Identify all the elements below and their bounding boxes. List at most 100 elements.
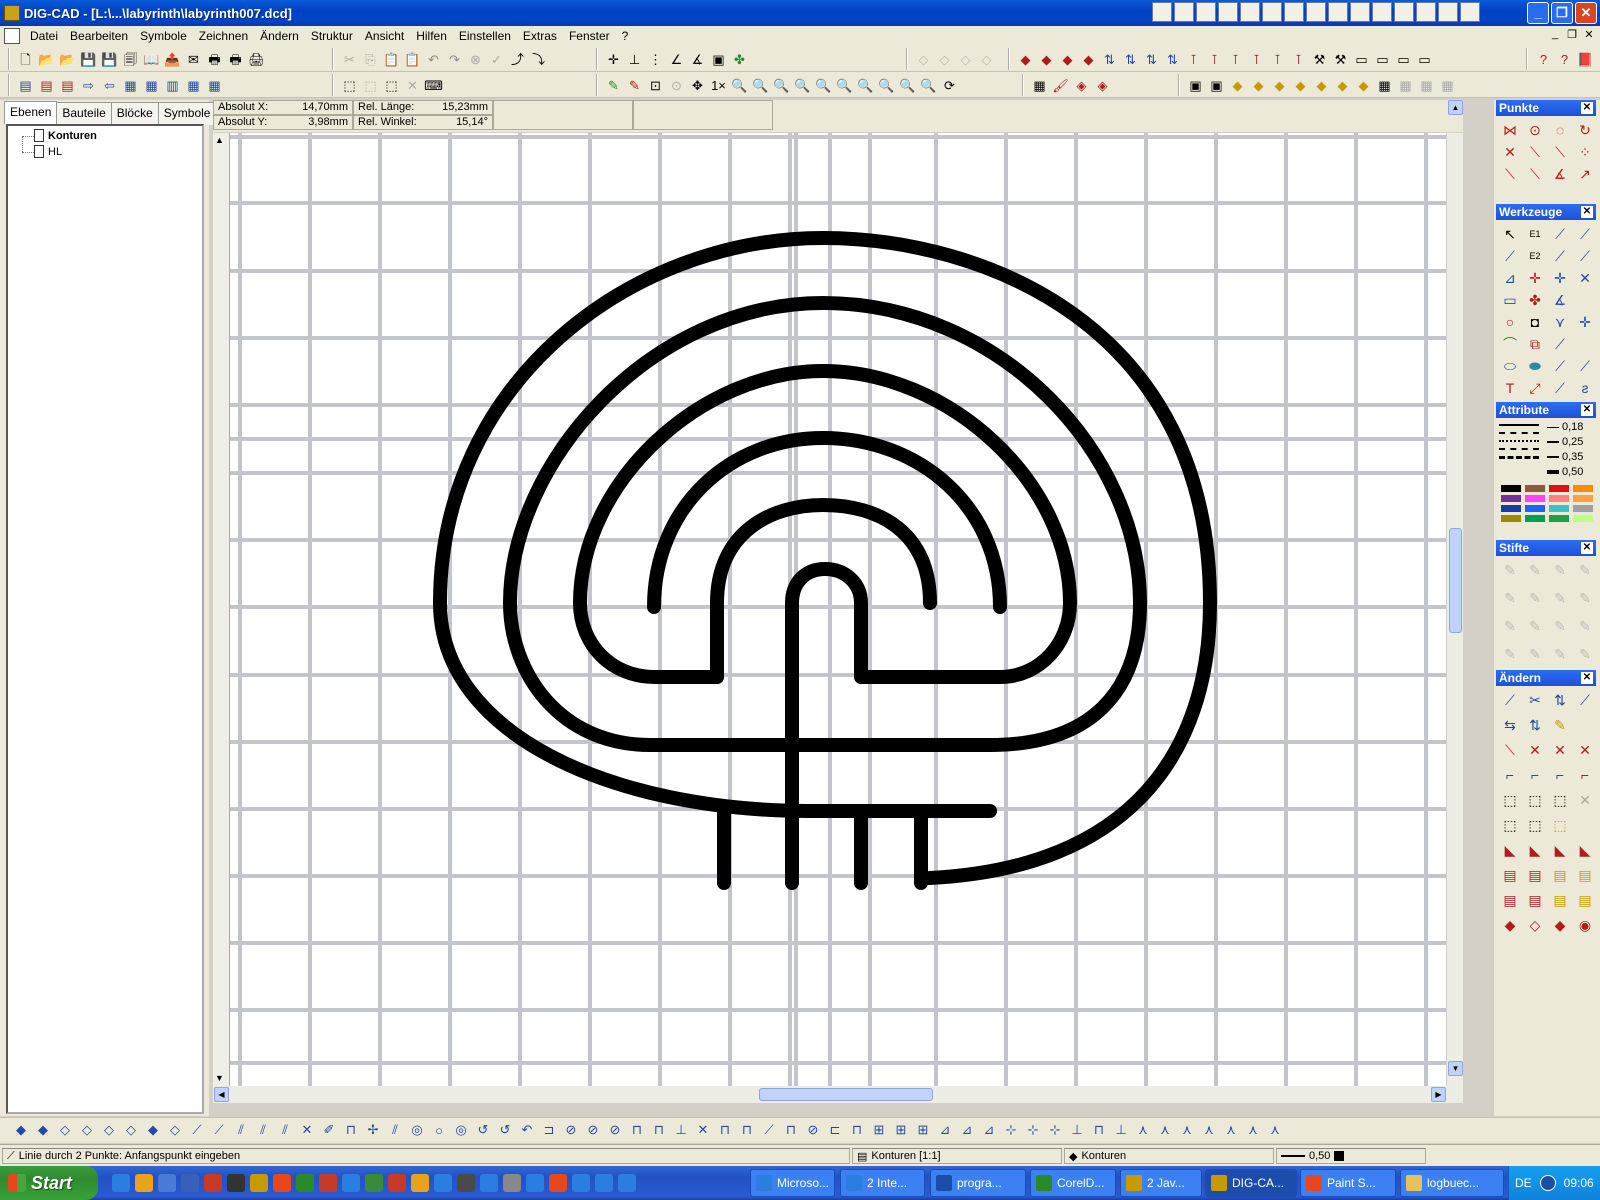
line-tool-icon[interactable]: ✕ [1575, 268, 1595, 288]
select-icon[interactable]: ⬚ [382, 76, 401, 95]
modify-tool-icon[interactable]: ▤ [1550, 865, 1570, 885]
zoom-icon[interactable]: 🔍 [772, 76, 791, 95]
quick-launch-icon[interactable] [112, 1174, 130, 1192]
color-swatch[interactable] [1573, 485, 1593, 492]
open-recent-icon[interactable]: 📂 [58, 50, 77, 69]
menu-symbole[interactable]: Symbole [134, 29, 193, 43]
drawing-tool-icon[interactable]: ⊞ [870, 1121, 888, 1139]
line-tool-icon[interactable]: ⟋ [1550, 334, 1570, 354]
pen-slot-icon[interactable]: ✎ [1575, 616, 1595, 636]
layers-icon[interactable]: ▣ [709, 50, 728, 69]
print-preview-icon[interactable]: 🖶 [226, 50, 245, 69]
line-tool-icon[interactable]: ⟋ [1550, 246, 1570, 266]
quick-launch-icon[interactable] [480, 1174, 498, 1192]
modify-tool-icon[interactable]: ⬚ [1550, 815, 1570, 835]
line-tool-icon[interactable]: ⋎ [1550, 312, 1570, 332]
jump-icon[interactable]: ⤴ [508, 50, 527, 69]
drawing-tool-icon[interactable]: ⫽ [254, 1121, 272, 1139]
rectangle-icon[interactable]: ▭ [1500, 290, 1520, 310]
document-icon[interactable] [4, 28, 20, 44]
zoom-icon[interactable]: 🔍 [898, 76, 917, 95]
drawing-tool-icon[interactable]: ↺ [474, 1121, 492, 1139]
tray-app-icon[interactable] [1240, 2, 1260, 22]
jump-back-icon[interactable]: ⤵ [529, 50, 548, 69]
close-icon[interactable]: ✕ [1581, 672, 1593, 684]
window-icon[interactable]: ▭ [1373, 50, 1392, 69]
drawing-tool-icon[interactable]: ◆ [144, 1121, 162, 1139]
taskbar-button[interactable]: CorelD... [1030, 1169, 1116, 1197]
scroll-left-arrow-icon[interactable]: ◀ [214, 1087, 229, 1102]
measure-icon[interactable]: ⊺ [1289, 50, 1308, 69]
line-style-dashed[interactable] [1499, 432, 1539, 434]
tab-ebenen[interactable]: Ebenen [4, 101, 58, 124]
modify-tool-icon[interactable]: ⟍ [1500, 740, 1520, 760]
pen-slot-icon[interactable]: ✎ [1550, 560, 1570, 580]
drawing-tool-icon[interactable]: ⊓ [782, 1121, 800, 1139]
block-icon[interactable]: ◆ [1354, 76, 1373, 95]
color-swatch[interactable] [1501, 495, 1521, 502]
drawing-tool-icon[interactable]: ⫽ [232, 1121, 250, 1139]
layer-tool-icon[interactable]: ▤ [37, 76, 56, 95]
pen-slot-icon[interactable]: ✎ [1500, 560, 1520, 580]
zoom-icon[interactable]: 🔍 [835, 76, 854, 95]
modify-tool-icon[interactable]: ⟋ [1500, 690, 1520, 710]
pen-slot-icon[interactable]: ✎ [1525, 616, 1545, 636]
quick-launch-icon[interactable] [457, 1174, 475, 1192]
new-file-icon[interactable]: 🗋 [16, 50, 35, 69]
tray-app-icon[interactable] [1284, 2, 1304, 22]
drawing-tool-icon[interactable]: ⊘ [606, 1121, 624, 1139]
line-width-option[interactable]: 0,18 [1547, 421, 1583, 433]
tray-app-icon[interactable] [1372, 2, 1392, 22]
disabled-tool-icon[interactable]: ◇ [935, 50, 954, 69]
block-icon[interactable]: ◆ [1270, 76, 1289, 95]
horizontal-scroll-thumb[interactable] [759, 1088, 933, 1101]
mdi-minimize-button[interactable]: _ [1548, 28, 1562, 41]
drawing-tool-icon[interactable]: ◎ [452, 1121, 470, 1139]
window-icon[interactable]: ▭ [1394, 50, 1413, 69]
point-tool-icon[interactable]: ⊙ [1525, 120, 1545, 140]
modify-tool-icon[interactable]: ⬚ [1525, 815, 1545, 835]
redraw-icon[interactable]: ⟳ [940, 76, 959, 95]
scroll-up-arrow-icon[interactable]: ▲ [215, 135, 224, 145]
drawing-tool-icon[interactable]: ⟋ [210, 1121, 228, 1139]
book-icon[interactable]: 📖 [142, 50, 161, 69]
modify-tool-icon[interactable]: ✕ [1525, 740, 1545, 760]
tab-symbole[interactable]: Symbole [157, 102, 217, 125]
tray-app-icon[interactable] [1218, 2, 1238, 22]
drawing-canvas[interactable] [230, 133, 1446, 1086]
color-swatch[interactable] [1573, 495, 1593, 502]
line-tool-icon[interactable]: ✛ [1550, 268, 1570, 288]
close-icon[interactable]: ✕ [1581, 542, 1593, 554]
drawing-tool-icon[interactable]: ⋏ [1200, 1121, 1218, 1139]
grid-snap-icon[interactable]: ⋮ [646, 50, 665, 69]
drawing-tool-icon[interactable]: ✢ [364, 1121, 382, 1139]
quick-launch-icon[interactable] [204, 1174, 222, 1192]
layer-tool-icon[interactable]: ▦ [184, 76, 203, 95]
drawing-tool-icon[interactable]: ⊏ [826, 1121, 844, 1139]
dimension-icon[interactable]: ⤢ [1525, 378, 1545, 398]
modify-tool-icon[interactable]: ▤ [1500, 890, 1520, 910]
pen-slot-icon[interactable]: ✎ [1525, 560, 1545, 580]
tray-app-icon[interactable] [1416, 2, 1436, 22]
block-icon[interactable]: ▦ [1438, 76, 1457, 95]
select-icon[interactable]: ⬚ [361, 76, 380, 95]
taskbar-button[interactable]: 2 Jav... [1120, 1169, 1202, 1197]
drawing-tool-icon[interactable]: ⫽ [386, 1121, 404, 1139]
taskbar-button[interactable]: DIG-CA... [1205, 1169, 1297, 1197]
point-tool-icon[interactable]: ∡ [1550, 164, 1570, 184]
select-icon[interactable]: ⬚ [340, 76, 359, 95]
modify-tool-icon[interactable]: ▤ [1575, 890, 1595, 910]
modify-tool-icon[interactable]: ✕ [1550, 740, 1570, 760]
tray-app-icon[interactable] [1262, 2, 1282, 22]
tray-status-icon[interactable] [1539, 1175, 1556, 1191]
drawing-tool-icon[interactable]: ⟋ [760, 1121, 778, 1139]
color-swatch[interactable] [1549, 495, 1569, 502]
properties-icon[interactable]: ▦ [1030, 76, 1049, 95]
modify-tool-icon[interactable]: ◆ [1500, 915, 1520, 935]
drawing-tool-icon[interactable]: ⊓ [738, 1121, 756, 1139]
quick-launch-icon[interactable] [342, 1174, 360, 1192]
drawing-tool-icon[interactable]: ⊞ [914, 1121, 932, 1139]
drawing-tool-icon[interactable]: ✕ [694, 1121, 712, 1139]
color-swatch[interactable] [1549, 505, 1569, 512]
transform-icon[interactable]: ⇅ [1163, 50, 1182, 69]
